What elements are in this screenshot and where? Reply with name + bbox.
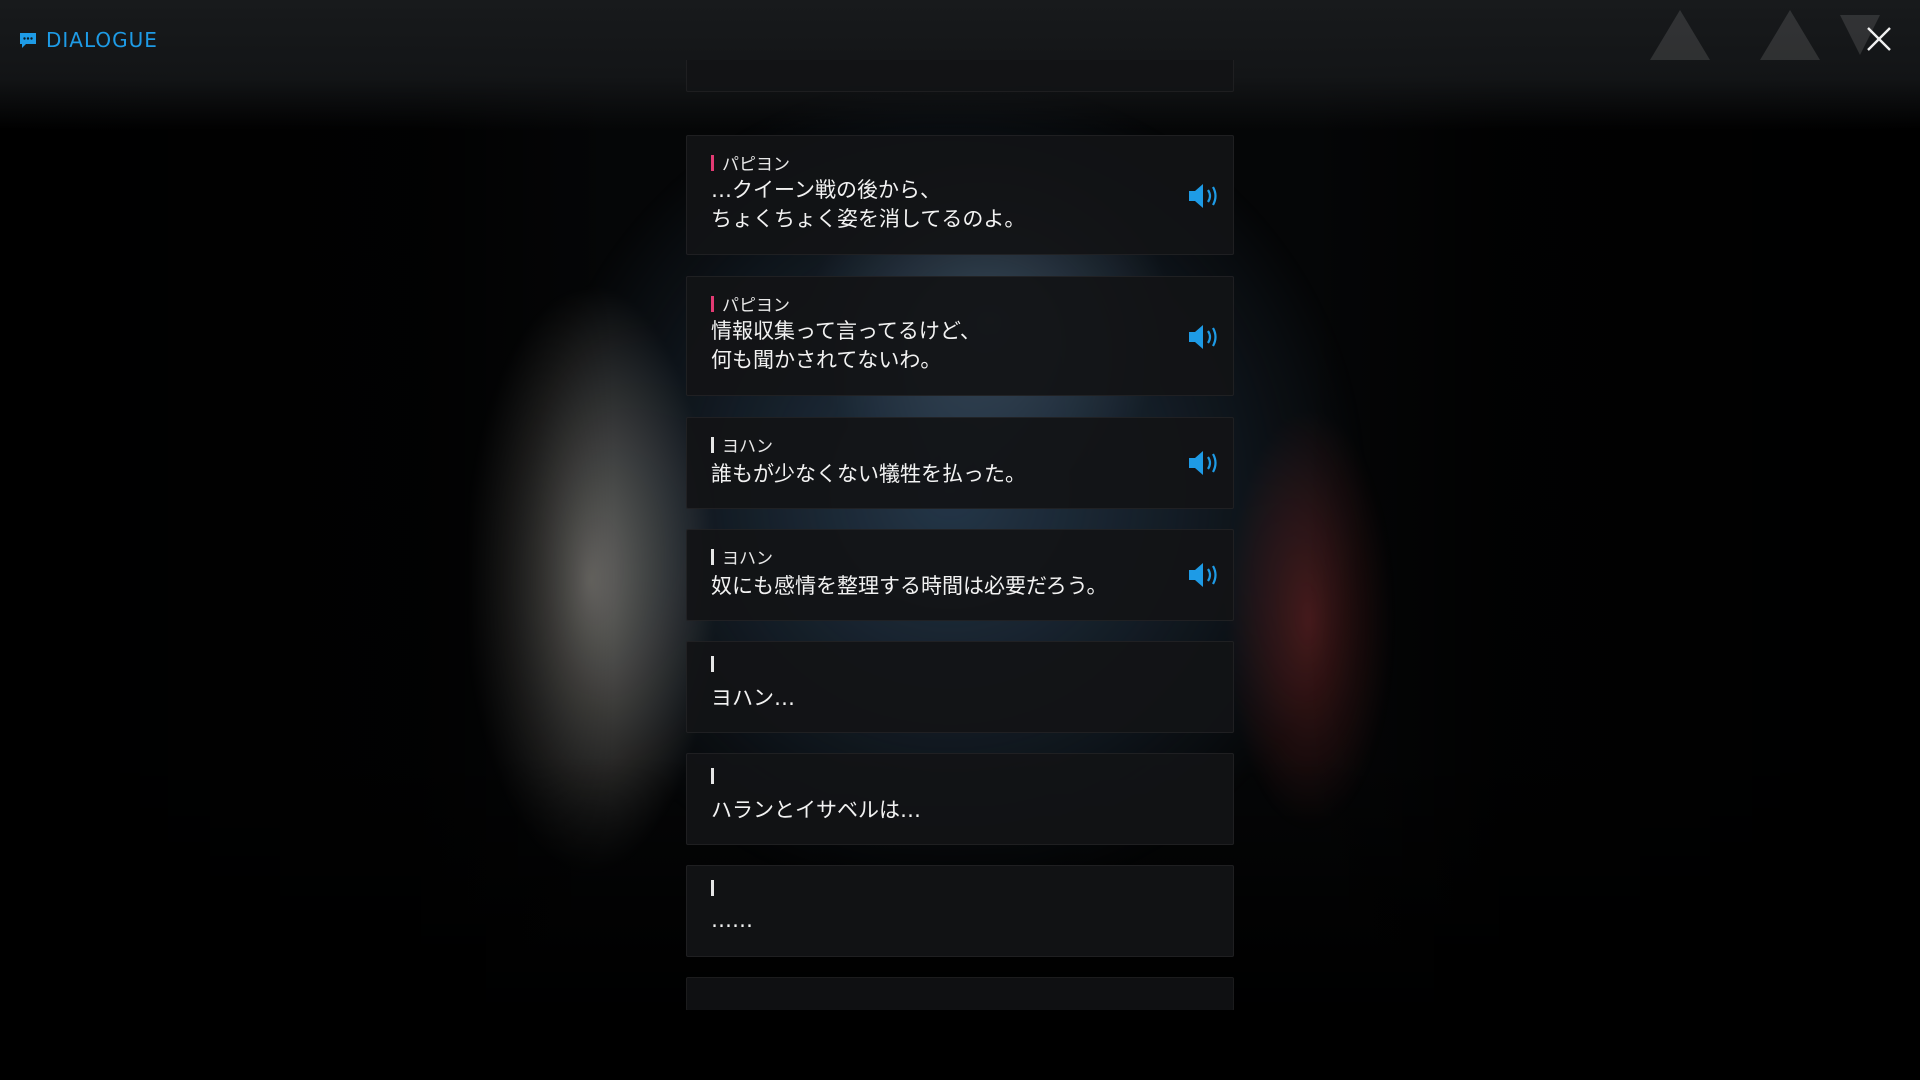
speaker-name: パピヨン <box>722 296 790 316</box>
corner-decoration <box>1650 10 1880 60</box>
dialogue-card: ヨハン 誰もが少なくない犠牲を払った。 <box>686 417 1234 509</box>
speaker-accent-bar <box>711 656 714 672</box>
speaker-tag: パピヨン <box>711 150 790 175</box>
dialogue-card: ヨハン 奴にも感情を整理する時間は必要だろう。 <box>686 529 1234 621</box>
dialogue-text: …… <box>711 908 753 932</box>
page-title: DIALOGUE <box>46 28 158 52</box>
dialogue-text: 誰もが少なくない犠牲を払った。 <box>711 462 1026 486</box>
dialogue-card: …… <box>686 865 1234 957</box>
dialogue-text: 奴にも感情を整理する時間は必要だろう。 <box>711 574 1108 598</box>
dialogue-text: ヨハン… <box>711 686 795 710</box>
voice-play-icon[interactable] <box>1185 560 1221 590</box>
dialogue-log-screen: DIALOGUE パピヨン …クイーン戦の後から、 ちょくちょく姿を消してるのよ… <box>0 0 1920 1080</box>
dialogue-card: ハランとイサベルは… <box>686 753 1234 845</box>
close-icon[interactable] <box>1862 22 1896 56</box>
speaker-accent-bar <box>711 768 714 784</box>
speaker-name: ヨハン <box>722 437 773 457</box>
speaker-accent-bar <box>711 154 714 171</box>
voice-play-icon[interactable] <box>1185 181 1221 211</box>
chat-bubble-icon <box>20 33 36 48</box>
dialogue-card-partial <box>686 977 1234 1010</box>
dialogue-text: ハランとイサベルは… <box>711 798 921 822</box>
dialogue-card: パピヨン 情報収集って言ってるけど、 何も聞かされてないわ。 <box>686 276 1234 396</box>
speaker-tag: ヨハン <box>711 544 773 569</box>
speaker-name: パピヨン <box>722 155 790 175</box>
speaker-tag: ヨハン <box>711 432 773 457</box>
speaker-accent-bar <box>711 880 714 896</box>
speaker-accent-bar <box>711 295 714 312</box>
speaker-tag <box>711 880 722 896</box>
dialogue-header: DIALOGUE <box>18 28 158 52</box>
voice-play-icon[interactable] <box>1185 322 1221 352</box>
dialogue-card: ヨハン… <box>686 641 1234 733</box>
speaker-accent-bar <box>711 548 714 565</box>
speaker-tag <box>711 768 722 784</box>
speaker-tag <box>711 656 722 672</box>
dialogue-card-partial <box>686 60 1234 92</box>
voice-play-icon[interactable] <box>1185 448 1221 478</box>
speaker-accent-bar <box>711 436 714 453</box>
speaker-tag: パピヨン <box>711 291 790 316</box>
dialogue-text: 情報収集って言ってるけど、 何も聞かされてないわ。 <box>711 319 981 372</box>
dialogue-text: …クイーン戦の後から、 ちょくちょく姿を消してるのよ。 <box>711 178 1026 231</box>
speaker-name: ヨハン <box>722 549 773 569</box>
dialogue-list[interactable]: パピヨン …クイーン戦の後から、 ちょくちょく姿を消してるのよ。 パピヨン 情報… <box>686 60 1234 1010</box>
dialogue-card: パピヨン …クイーン戦の後から、 ちょくちょく姿を消してるのよ。 <box>686 135 1234 255</box>
